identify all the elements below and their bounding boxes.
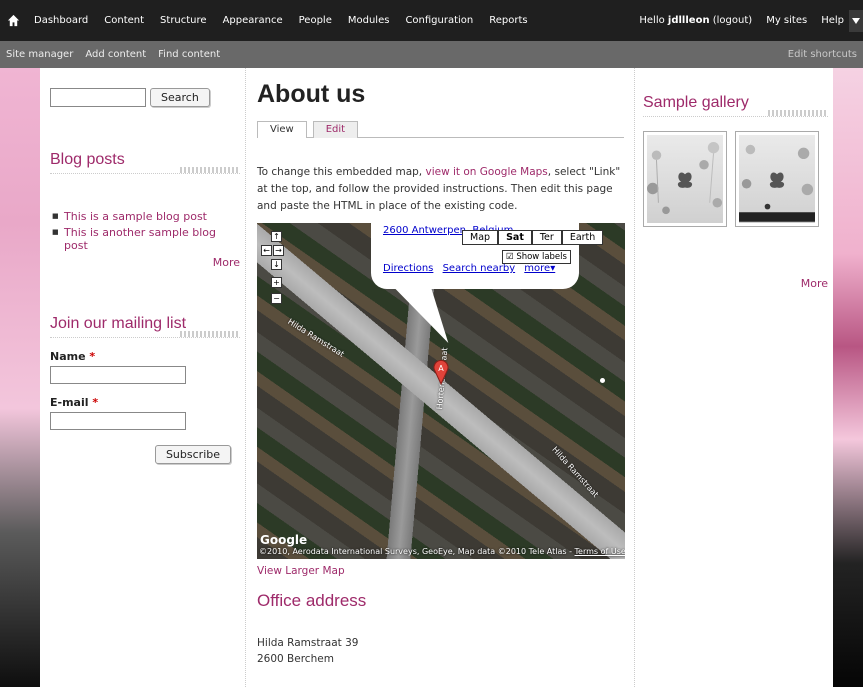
toolbar-appearance[interactable]: Appearance: [215, 15, 291, 26]
tab-edit[interactable]: Edit: [312, 121, 359, 138]
map-type-controls: Map Sat Ter Earth: [462, 230, 604, 245]
subscribe-button[interactable]: Subscribe: [154, 445, 231, 464]
shortcut-site-manager[interactable]: Site manager: [6, 49, 79, 60]
flower-image-icon: [739, 135, 815, 223]
username[interactable]: jdllleon: [668, 15, 710, 26]
shortcut-add-content[interactable]: Add content: [85, 49, 152, 60]
tab-view[interactable]: View: [257, 121, 307, 138]
sidebar-right: Sample gallery More: [643, 94, 828, 290]
search-form: Search: [50, 88, 240, 107]
page-title: About us: [257, 80, 366, 108]
search-button[interactable]: Search: [150, 88, 210, 107]
main-content: About us View Edit To change this embedd…: [245, 68, 635, 687]
shortcut-find-content[interactable]: Find content: [158, 49, 226, 60]
show-labels-checkbox[interactable]: ☑ Show labels: [502, 250, 571, 264]
search-nearby-link[interactable]: Search nearby: [443, 263, 516, 274]
pan-up-icon[interactable]: ↑: [271, 231, 282, 242]
content-tabs: View Edit: [257, 121, 624, 138]
intro-text: To change this embedded map, view it on …: [257, 166, 621, 212]
zoom-out-icon[interactable]: −: [271, 293, 282, 304]
toolbar-toggle-icon[interactable]: [849, 10, 863, 32]
map-marker-icon[interactable]: A: [433, 359, 449, 388]
google-maps-link[interactable]: view it on Google Maps: [425, 166, 547, 178]
toolbar-structure[interactable]: Structure: [152, 15, 215, 26]
sample-gallery-title-text: Sample gallery: [643, 94, 749, 111]
title-dots-decoration: [180, 331, 240, 337]
toolbar-dashboard[interactable]: Dashboard: [26, 15, 96, 26]
map-type-map[interactable]: Map: [462, 230, 499, 245]
mailing-list-title: Join our mailing list: [50, 315, 240, 338]
gallery-more-link[interactable]: More: [643, 277, 828, 290]
background-decoration-right: [833, 68, 863, 687]
toolbar-modules[interactable]: Modules: [340, 15, 398, 26]
flower-image-icon: [647, 135, 723, 223]
toolbar-configuration[interactable]: Configuration: [397, 15, 481, 26]
office-address-title: Office address: [257, 591, 367, 610]
map-type-earth[interactable]: Earth: [561, 230, 604, 245]
logout-link[interactable]: (logout): [713, 15, 752, 26]
blog-post-list: This is a sample blog post This is anoth…: [50, 210, 240, 252]
google-logo: Google: [260, 533, 308, 547]
blog-post-link[interactable]: This is a sample blog post: [50, 210, 240, 223]
bubble-links: Directions Search nearby more▾: [383, 263, 561, 274]
map-type-ter[interactable]: Ter: [531, 230, 562, 245]
admin-toolbar: Dashboard Content Structure Appearance P…: [0, 0, 863, 41]
title-dots-decoration: [180, 167, 240, 173]
blog-posts-title-text: Blog posts: [50, 151, 125, 168]
more-link[interactable]: more▾: [524, 263, 555, 274]
map-type-sat[interactable]: Sat: [498, 230, 532, 245]
sample-gallery-title: Sample gallery: [643, 94, 828, 117]
street-label: Hilda Ramstraat: [550, 445, 601, 500]
email-label: E-mail *: [50, 396, 99, 409]
gallery: [643, 131, 828, 227]
street-label: Hilda Ramstraat: [286, 317, 346, 359]
gallery-thumbnail[interactable]: [643, 131, 727, 227]
directions-link[interactable]: Directions: [383, 263, 433, 274]
mailing-list-title-text: Join our mailing list: [50, 315, 187, 332]
help-link[interactable]: Help: [814, 15, 851, 26]
edit-shortcuts-link[interactable]: Edit shortcuts: [788, 49, 857, 60]
name-field[interactable]: [50, 366, 186, 384]
checkbox-checked-icon: ☑: [506, 252, 514, 262]
background-decoration-left: [0, 68, 40, 687]
map-point-marker: [600, 378, 605, 383]
shortcuts-bar: Site manager Add content Find content Ed…: [0, 41, 863, 68]
address-line: Hilda Ramstraat 39: [257, 637, 359, 649]
name-label: Name *: [50, 350, 96, 363]
pan-down-icon[interactable]: ↓: [271, 259, 282, 270]
gallery-thumbnail[interactable]: [735, 131, 819, 227]
bubble-tail: [389, 283, 465, 343]
terms-of-use-link[interactable]: Terms of Use: [575, 547, 625, 556]
blog-post-link[interactable]: This is another sample blog post: [50, 226, 240, 252]
toolbar-people[interactable]: People: [291, 15, 340, 26]
address-line: 2600 Berchem: [257, 653, 334, 665]
toolbar-reports[interactable]: Reports: [481, 15, 535, 26]
hello-user: Hello jdllleon (logout): [639, 15, 753, 26]
toolbar-content[interactable]: Content: [96, 15, 152, 26]
sidebar-left: Search Blog posts This is a sample blog …: [50, 88, 240, 464]
view-larger-map-link[interactable]: View Larger Map: [257, 565, 634, 577]
email-field[interactable]: [50, 412, 186, 430]
zoom-in-icon[interactable]: +: [271, 277, 282, 288]
page: Search Blog posts This is a sample blog …: [40, 68, 833, 687]
svg-text:A: A: [438, 364, 444, 373]
embedded-map[interactable]: Hilda Ramstraat Hortensiastraat Hilda Ra…: [257, 223, 625, 559]
blog-posts-title: Blog posts: [50, 151, 240, 174]
blog-more-link[interactable]: More: [50, 256, 240, 269]
subscribe-wrap: Subscribe: [50, 445, 240, 464]
search-input[interactable]: [50, 88, 146, 107]
title-dots-decoration: [768, 110, 828, 116]
map-attribution: ©2010, Aerodata International Surveys, G…: [259, 547, 625, 556]
pan-left-icon[interactable]: ←: [261, 245, 272, 256]
pan-right-icon[interactable]: →: [273, 245, 284, 256]
home-icon[interactable]: [0, 0, 26, 41]
my-sites-link[interactable]: My sites: [759, 15, 814, 26]
